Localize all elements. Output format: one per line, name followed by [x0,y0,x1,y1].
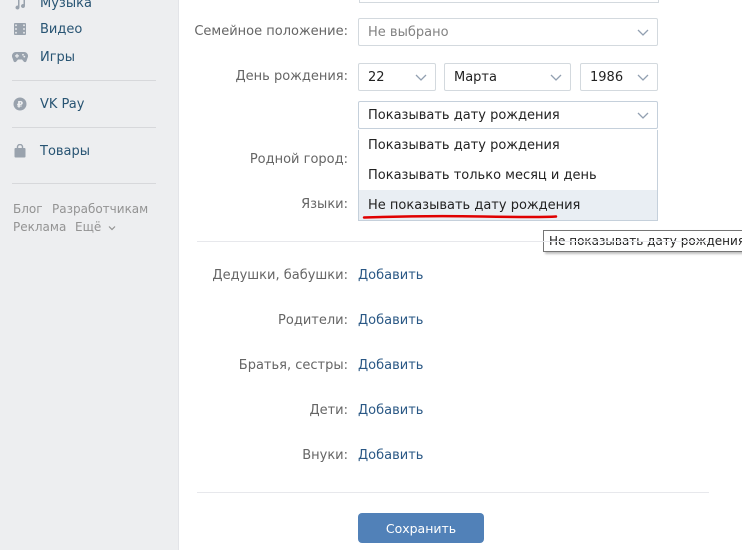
shopping-bag-icon [12,143,28,159]
chevron-down-icon [637,74,649,81]
dropdown-option-show-full[interactable]: Показывать дату рождения [359,130,657,160]
birthday-month-value: Марта [454,69,497,85]
left-sidebar: Музыка Видео Игры ₽ VK Pay Товары Блог Р… [0,0,178,547]
languages-label: Языки: [301,197,348,212]
footer-link-blog[interactable]: Блог [13,202,43,216]
dropdown-option-show-month-day[interactable]: Показывать только месяц и день [359,160,657,190]
add-grandchildren-link[interactable]: Добавить [358,448,423,463]
music-note-icon [12,0,28,11]
section-divider [197,241,709,242]
footer-link-ads[interactable]: Реклама [13,220,66,234]
marital-status-value: Не выбрано [368,24,449,40]
add-children-link[interactable]: Добавить [358,403,423,418]
birthday-visibility-select[interactable]: Показывать дату рождения [358,101,658,129]
red-annotation-underline [362,214,558,219]
chevron-down-icon [637,112,649,119]
footer-link-more[interactable]: Ещё [75,220,116,234]
more-label: Ещё [75,220,102,234]
option-label: Показывать только месяц и день [368,167,597,183]
sidebar-item-label: VK Pay [40,96,85,112]
sidebar-divider [12,183,156,184]
previous-field[interactable] [359,0,659,3]
sidebar-item-label: Видео [40,21,83,37]
footer-link-developers[interactable]: Разработчикам [52,202,148,216]
birthday-label: День рождения: [235,69,349,84]
birthday-day-select[interactable]: 22 [358,63,436,91]
sidebar-item-vkpay[interactable]: ₽ VK Pay [12,93,84,115]
sidebar-item-label: Музыка [40,0,92,11]
birthday-year-value: 1986 [590,69,624,85]
birthday-year-select[interactable]: 1986 [580,63,658,91]
birthday-visibility-value: Показывать дату рождения [368,107,560,123]
hometown-label: Родной город: [249,152,348,167]
chevron-down-icon [550,74,562,81]
birthday-month-select[interactable]: Марта [444,63,571,91]
add-siblings-link[interactable]: Добавить [358,358,423,373]
gamepad-icon [12,49,28,65]
grandchildren-label: Внуки: [302,448,348,463]
sidebar-divider [12,80,156,81]
siblings-label: Братья, сестры: [238,358,348,373]
svg-text:₽: ₽ [17,101,23,111]
sidebar-item-label: Товары [40,143,91,159]
option-label: Не показывать дату рождения [368,197,581,213]
sidebar-item-video[interactable]: Видео [12,18,82,40]
add-grandparents-link[interactable]: Добавить [358,268,423,283]
chevron-down-icon [108,226,116,231]
marital-status-label: Семейное положение: [194,24,348,39]
save-button-label: Сохранить [385,520,457,536]
sidebar-item-music[interactable]: Музыка [12,0,92,14]
sidebar-divider [12,127,156,128]
option-label: Показывать дату рождения [368,137,560,153]
add-parents-link[interactable]: Добавить [358,313,423,328]
parents-label: Родители: [278,313,348,328]
sidebar-item-market[interactable]: Товары [12,140,90,162]
birthday-visibility-dropdown: Показывать дату рождения Показывать толь… [358,130,658,221]
sidebar-item-games[interactable]: Игры [12,46,75,68]
film-icon [12,21,28,37]
chevron-down-icon [637,29,649,36]
children-label: Дети: [309,403,348,418]
grandparents-label: Дедушки, бабушки: [212,268,348,283]
chevron-down-icon [415,74,427,81]
save-button[interactable]: Сохранить [358,513,484,543]
section-divider [197,492,709,493]
birthday-day-value: 22 [368,69,385,85]
marital-status-select[interactable]: Не выбрано [358,18,658,46]
sidebar-item-label: Игры [40,49,76,65]
ruble-coin-icon: ₽ [12,96,28,112]
